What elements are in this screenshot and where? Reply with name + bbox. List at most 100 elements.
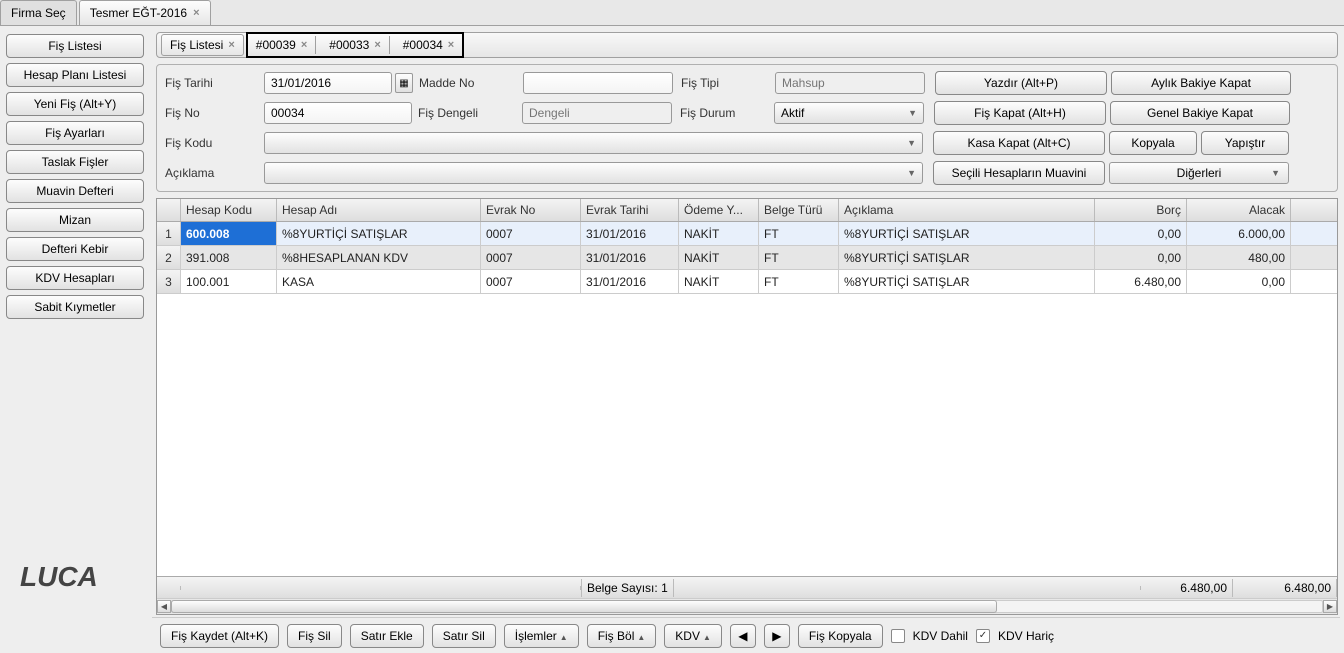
col-aciklama[interactable]: Açıklama [839,199,1095,221]
label-fis-tarihi: Fiş Tarihi [165,76,260,90]
close-icon[interactable]: × [193,7,199,19]
col-alacak[interactable]: Alacak [1187,199,1291,221]
horizontal-scrollbar[interactable]: ◀ ▶ [157,598,1337,614]
input-fis-tipi [775,72,925,94]
sidebar-kdv[interactable]: KDV Hesapları [6,266,144,290]
grid-header: Hesap Kodu Hesap Adı Evrak No Evrak Tari… [157,199,1337,222]
chevron-up-icon: ▲ [637,633,645,642]
chevron-down-icon: ▼ [907,168,916,178]
inner-tab-00033[interactable]: #00033× [321,36,389,54]
checkbox-kdv-haric[interactable]: ✓ [976,629,990,643]
tab-firma-sec[interactable]: Firma Seç [0,0,77,25]
btn-yazdir[interactable]: Yazdır (Alt+P) [935,71,1107,95]
btn-prev[interactable]: ◀ [730,624,756,648]
dropdown-digerleri[interactable]: Diğerleri▼ [1109,162,1289,184]
footer-alacak-total: 6.480,00 [1233,579,1337,597]
col-belge-turu[interactable]: Belge Türü [759,199,839,221]
label-fis-dengeli: Fiş Dengeli [418,106,518,120]
inner-tab-00039[interactable]: #00039× [248,36,316,54]
close-icon[interactable]: × [301,39,307,51]
fis-form: Fiş Tarihi ▦ Madde No Fiş Tipi Yazdır (A… [156,64,1338,192]
luca-logo: LUCA [6,551,144,613]
sidebar-hesap-plani[interactable]: Hesap Planı Listesi [6,63,144,87]
col-rownum[interactable] [157,199,181,221]
sidebar-defteri-kebir[interactable]: Defteri Kebir [6,237,144,261]
top-tab-bar: Firma Seç Tesmer EĞT-2016× [0,0,1344,26]
btn-kdv[interactable]: KDV▲ [664,624,722,648]
btn-kopyala[interactable]: Kopyala [1109,131,1197,155]
sidebar-sabit[interactable]: Sabit Kıymetler [6,295,144,319]
label-kdv-dahil: KDV Dahil [913,629,968,643]
sidebar-taslak[interactable]: Taslak Fişler [6,150,144,174]
table-row[interactable]: 3 100.001 KASA 0007 31/01/2016 NAKİT FT … [157,270,1337,294]
input-fis-tarihi[interactable] [264,72,392,94]
fis-grid: Hesap Kodu Hesap Adı Evrak No Evrak Tari… [156,198,1338,615]
btn-fis-kaydet[interactable]: Fiş Kaydet (Alt+K) [160,624,279,648]
col-borc[interactable]: Borç [1095,199,1187,221]
btn-fis-kopyala[interactable]: Fiş Kopyala [798,624,883,648]
col-hesap-kodu[interactable]: Hesap Kodu [181,199,277,221]
dropdown-fis-durum[interactable]: Aktif▼ [774,102,924,124]
btn-yapistir[interactable]: Yapıştır [1201,131,1289,155]
scroll-right-icon[interactable]: ▶ [1323,600,1337,613]
btn-genel-bakiye-kapat[interactable]: Genel Bakiye Kapat [1110,101,1290,125]
label-kdv-haric: KDV Hariç [998,629,1054,643]
input-fis-no[interactable] [264,102,412,124]
label-fis-durum: Fiş Durum [680,106,770,120]
inner-tab-fis-listesi[interactable]: Fiş Listesi× [161,34,244,56]
sidebar-mizan[interactable]: Mizan [6,208,144,232]
close-icon[interactable]: × [374,39,380,51]
grid-body[interactable]: 1 600.008 %8YURTİÇİ SATIŞLAR 0007 31/01/… [157,222,1337,576]
btn-satir-sil[interactable]: Satır Sil [432,624,496,648]
sidebar: Fiş Listesi Hesap Planı Listesi Yeni Fiş… [0,26,150,621]
col-odeme[interactable]: Ödeme Y... [679,199,759,221]
input-madde-no[interactable] [523,72,673,94]
footer-borc-total: 6.480,00 [1141,579,1233,597]
inner-tab-bar: Fiş Listesi× #00039× #00033× #00034× [156,32,1338,58]
close-icon[interactable]: × [228,39,234,51]
inner-tab-00034[interactable]: #00034× [395,36,462,54]
grid-footer: Belge Sayısı: 1 6.480,00 6.480,00 [157,576,1337,598]
btn-secili-muavin[interactable]: Seçili Hesapların Muavini [933,161,1105,185]
btn-fis-kapat[interactable]: Fiş Kapat (Alt+H) [934,101,1106,125]
label-fis-kodu: Fiş Kodu [165,136,260,150]
label-fis-tipi: Fiş Tipi [681,76,771,90]
arrow-left-icon: ◀ [738,629,747,643]
sidebar-fis-listesi[interactable]: Fiş Listesi [6,34,144,58]
col-evrak-no[interactable]: Evrak No [481,199,581,221]
btn-fis-bol[interactable]: Fiş Böl▲ [587,624,657,648]
chevron-up-icon: ▲ [560,633,568,642]
dropdown-aciklama[interactable]: ▼ [264,162,923,184]
chevron-down-icon: ▼ [908,108,917,118]
col-hesap-adi[interactable]: Hesap Adı [277,199,481,221]
label-madde-no: Madde No [419,76,519,90]
input-fis-dengeli [522,102,672,124]
btn-fis-sil[interactable]: Fiş Sil [287,624,342,648]
scroll-thumb[interactable] [171,600,997,613]
footer-belge-label: Belge Sayısı: 1 [581,579,674,597]
chevron-down-icon: ▼ [1271,168,1280,178]
label-fis-no: Fiş No [165,106,260,120]
btn-satir-ekle[interactable]: Satır Ekle [350,624,424,648]
sidebar-yeni-fis[interactable]: Yeni Fiş (Alt+Y) [6,92,144,116]
chevron-down-icon: ▼ [907,138,916,148]
dropdown-fis-kodu[interactable]: ▼ [264,132,923,154]
label-aciklama: Açıklama [165,166,260,180]
btn-kasa-kapat[interactable]: Kasa Kapat (Alt+C) [933,131,1105,155]
checkbox-kdv-dahil[interactable] [891,629,905,643]
table-row[interactable]: 2 391.008 %8HESAPLANAN KDV 0007 31/01/20… [157,246,1337,270]
chevron-up-icon: ▲ [703,633,711,642]
sidebar-fis-ayarlari[interactable]: Fiş Ayarları [6,121,144,145]
table-row[interactable]: 1 600.008 %8YURTİÇİ SATIŞLAR 0007 31/01/… [157,222,1337,246]
btn-islemler[interactable]: İşlemler▲ [504,624,579,648]
btn-next[interactable]: ▶ [764,624,790,648]
sidebar-muavin[interactable]: Muavin Defteri [6,179,144,203]
scroll-left-icon[interactable]: ◀ [157,600,171,613]
calendar-icon[interactable]: ▦ [395,73,413,93]
col-evrak-tarihi[interactable]: Evrak Tarihi [581,199,679,221]
close-icon[interactable]: × [448,39,454,51]
tab-tesmer[interactable]: Tesmer EĞT-2016× [79,0,211,25]
btn-aylik-bakiye-kapat[interactable]: Aylık Bakiye Kapat [1111,71,1291,95]
arrow-right-icon: ▶ [772,629,781,643]
bottom-toolbar: Fiş Kaydet (Alt+K) Fiş Sil Satır Ekle Sa… [152,617,1340,653]
